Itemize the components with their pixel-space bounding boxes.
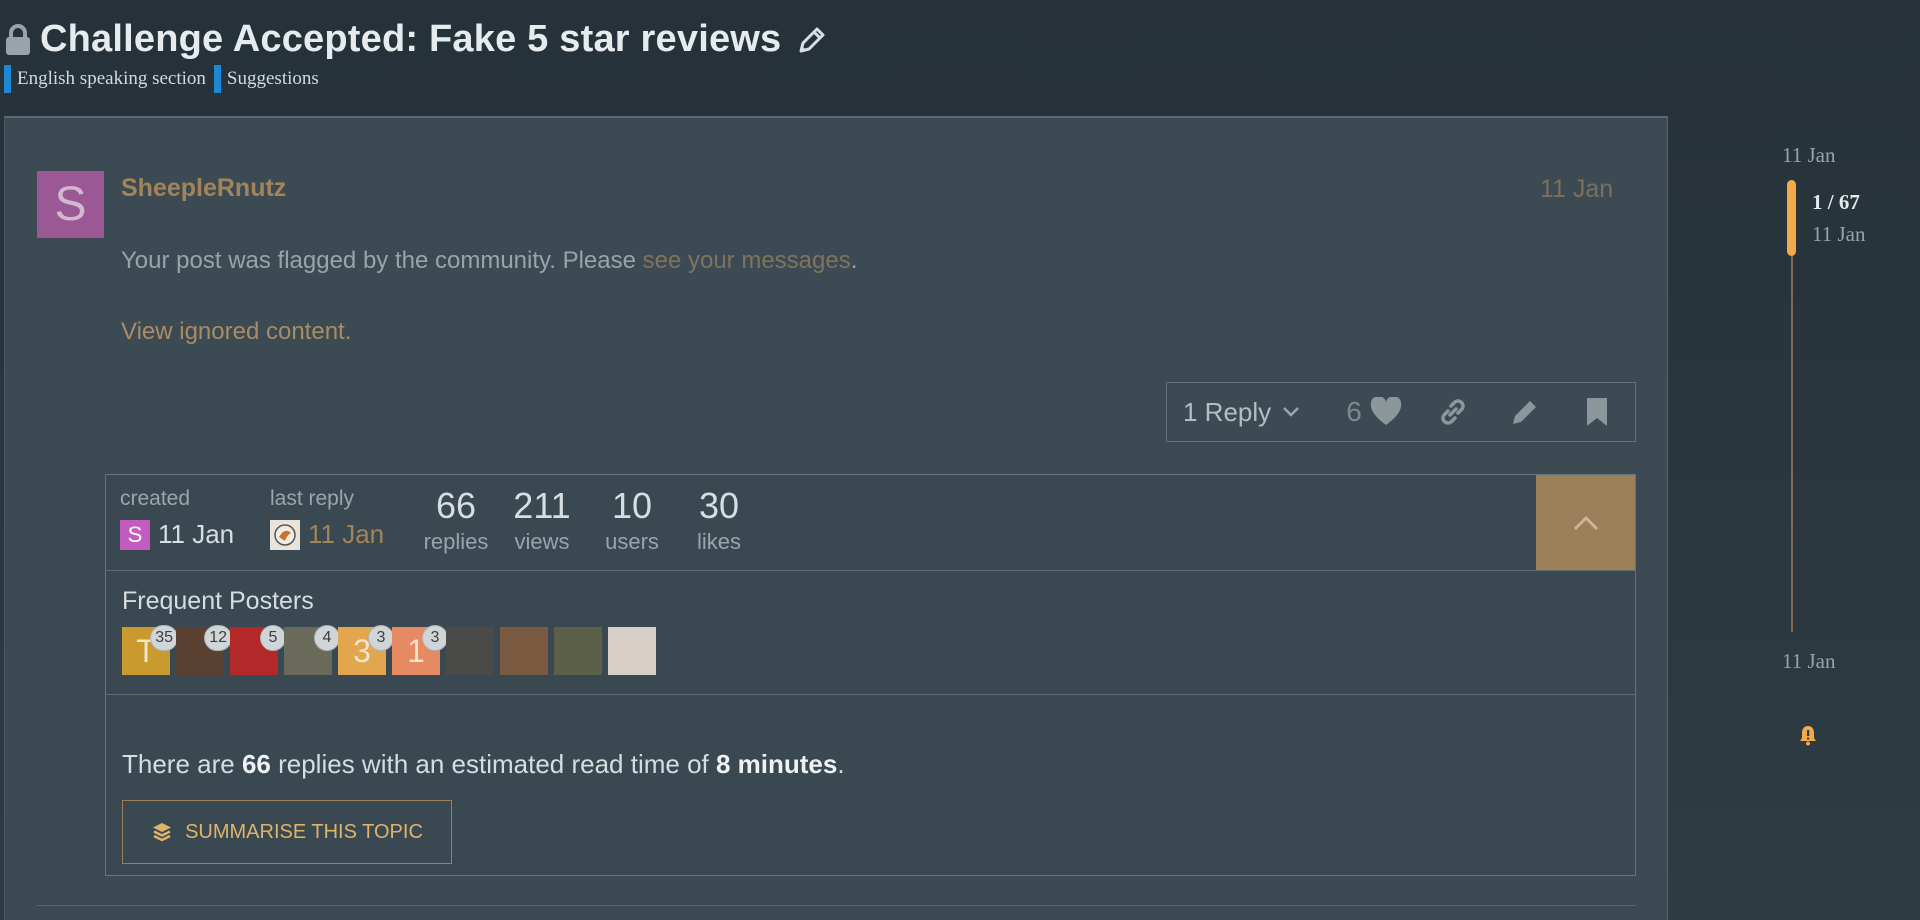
post-count-badge: 12 [204, 625, 232, 651]
poster-avatar[interactable] [608, 627, 656, 675]
summary-middle: replies with an estimated read time of [270, 749, 716, 779]
post-count-badge: 5 [260, 625, 286, 651]
bookmark-button[interactable] [1561, 397, 1633, 427]
last-reply-stat: last reply 11 Jan [270, 487, 384, 550]
read-time-summary: There are 66 replies with an estimated r… [122, 749, 845, 780]
timeline-start-date[interactable]: 11 Jan [1782, 143, 1835, 168]
bird-avatar-icon [274, 523, 296, 546]
post-count-badge: 35 [150, 625, 178, 651]
flag-end: . [850, 247, 858, 274]
summary-prefix: There are [122, 749, 242, 779]
topic-map-header: created S 11 Jan last reply 11 Jan 66 re… [106, 475, 1635, 571]
post-count-badge: 3 [422, 625, 448, 651]
post-date[interactable]: 11 Jan [1540, 175, 1613, 204]
flag-message: Your post was flagged by the community. … [121, 247, 857, 275]
views-label: views [514, 529, 570, 554]
timeline-position: 1 / 67 [1812, 190, 1860, 214]
alert-icon[interactable] [1797, 724, 1819, 746]
frequent-posters-title: Frequent Posters [122, 587, 314, 615]
topic-title[interactable]: Challenge Accepted: Fake 5 star reviews [40, 18, 781, 61]
layers-icon [153, 823, 172, 842]
avatar[interactable]: S [37, 171, 104, 238]
created-stat: created S 11 Jan [120, 487, 234, 550]
post-count-badge: 3 [368, 625, 394, 651]
category-color-bar [4, 65, 11, 93]
post-username[interactable]: SheepleRnutz [121, 174, 286, 203]
topic-map: created S 11 Jan last reply 11 Jan 66 re… [105, 474, 1636, 876]
poster-avatar[interactable]: 4 [284, 625, 340, 675]
likes-count: 30 [698, 485, 740, 526]
replies-count: 66 [435, 485, 477, 526]
topic-title-row: Challenge Accepted: Fake 5 star reviews [4, 18, 829, 61]
last-reply-date: 11 Jan [308, 519, 385, 549]
divider [37, 905, 1636, 906]
views-count: 211 [513, 485, 571, 526]
users-stat: 10 users [592, 485, 672, 555]
poster-avatar[interactable] [554, 627, 602, 675]
flag-text: Your post was flagged by the community. … [121, 247, 643, 274]
breadcrumb: English speaking section Suggestions [4, 65, 319, 93]
category-label: Suggestions [226, 68, 319, 89]
see-messages-link[interactable]: see your messages [643, 247, 851, 274]
poster-avatars: T 35 12 5 4 3 3 1 3 [122, 625, 656, 675]
collapse-topic-map-button[interactable] [1536, 475, 1635, 570]
poster-avatar[interactable] [446, 627, 494, 675]
timeline-scroll-handle[interactable] [1787, 180, 1796, 256]
category-color-bar [213, 65, 221, 93]
reply-count-label: 1 Reply [1183, 396, 1272, 427]
chevron-down-icon [1283, 407, 1300, 417]
frequent-posters: Frequent Posters T 35 12 5 4 3 3 1 3 [106, 571, 1635, 695]
avatar-letter: S [54, 178, 87, 231]
created-label: created [120, 487, 191, 510]
summary-end: . [837, 749, 845, 779]
like-button[interactable]: 6 [1327, 396, 1417, 428]
last-reply-date-row[interactable]: 11 Jan [270, 519, 384, 550]
post-actions: 1 Reply 6 [1166, 382, 1636, 442]
replies-stat: 66 replies [416, 485, 496, 555]
users-count: 10 [611, 485, 653, 526]
created-date: 11 Jan [158, 519, 235, 549]
post-count-badge: 4 [314, 625, 340, 651]
likes-label: likes [696, 529, 741, 554]
poster-avatar[interactable]: 5 [230, 625, 286, 675]
category-label: English speaking section [17, 68, 206, 89]
poster-avatar[interactable]: 12 [176, 625, 232, 675]
last-reply-label: last reply [270, 487, 355, 510]
edit-post-button[interactable] [1489, 396, 1561, 428]
timeline-end-date[interactable]: 11 Jan [1782, 649, 1835, 674]
avatar: S [120, 519, 150, 550]
replies-toggle-button[interactable]: 1 Reply [1167, 397, 1327, 428]
likes-stat: 30 likes [679, 485, 759, 555]
poster-avatar[interactable] [500, 627, 548, 675]
poster-avatar[interactable]: 33 [338, 625, 394, 675]
pencil-icon[interactable] [795, 23, 829, 57]
poster-avatar[interactable]: T 35 [122, 625, 178, 675]
pencil-icon [1513, 401, 1536, 424]
views-stat: 211 views [502, 485, 582, 555]
avatar [270, 519, 300, 550]
chevron-up-icon [1573, 515, 1598, 530]
summary-time: 8 minutes [715, 749, 838, 779]
created-date-row[interactable]: S 11 Jan [120, 519, 234, 550]
share-link-button[interactable] [1417, 396, 1489, 428]
like-count: 6 [1346, 396, 1362, 427]
poster-avatar[interactable]: 13 [392, 625, 448, 675]
summary-replies: 66 [241, 749, 271, 779]
view-ignored-content-link[interactable]: View ignored content. [121, 318, 351, 346]
users-label: users [605, 529, 659, 554]
replies-label: replies [423, 529, 489, 554]
link-icon [1441, 399, 1465, 425]
bookmark-icon [1587, 398, 1607, 426]
category-suggestions[interactable]: Suggestions [213, 65, 319, 93]
heart-icon [1370, 397, 1401, 425]
timeline-position-date: 11 Jan [1812, 222, 1866, 246]
summarise-label: SUMMARISE THIS TOPIC [185, 820, 423, 843]
lock-icon [6, 23, 30, 55]
category-english-speaking[interactable]: English speaking section [4, 65, 206, 93]
summarise-topic-button[interactable]: SUMMARISE THIS TOPIC [122, 800, 452, 864]
